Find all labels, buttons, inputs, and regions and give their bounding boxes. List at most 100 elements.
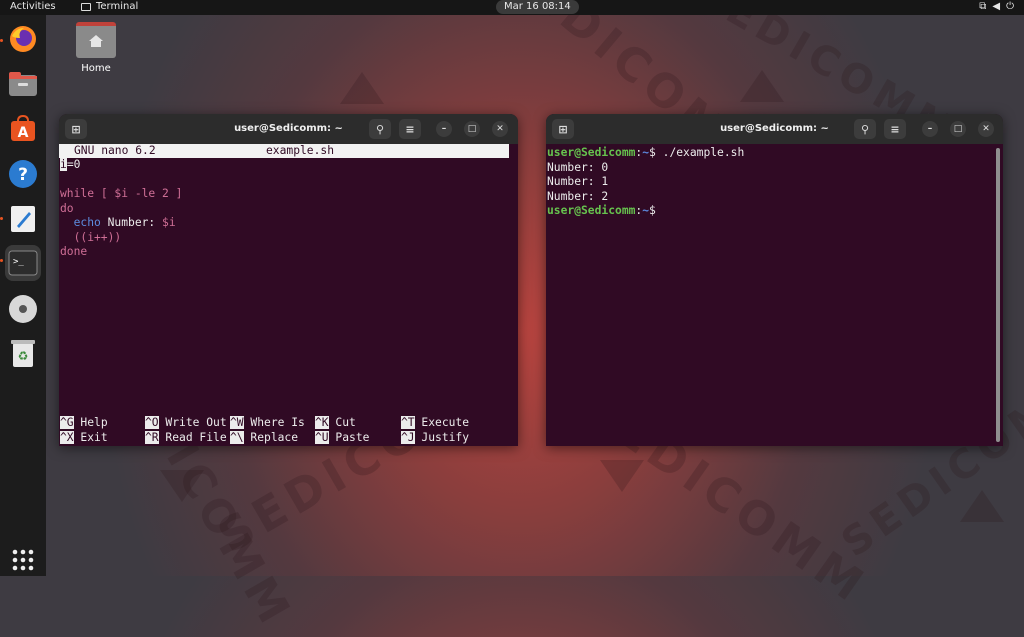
terminal-icon (81, 2, 91, 11)
help-icon: ? (9, 160, 37, 188)
svg-text:>_: >_ (13, 257, 24, 267)
search-button[interactable]: ⚲ (854, 119, 876, 139)
trash-icon: ♻ (11, 340, 35, 367)
nano-shortcut[interactable]: ^X Exit (60, 430, 108, 446)
nano-editor-content[interactable]: i=0 while [ $i -le 2 ] do echo Number: $i… (60, 158, 182, 260)
dock-item-disc[interactable] (5, 291, 41, 327)
search-icon: ⚲ (860, 122, 870, 136)
search-icon: ⚲ (375, 122, 385, 136)
nano-shortcut[interactable]: ^O Write Out (145, 416, 227, 431)
code-line: ((i++)) (60, 231, 182, 246)
dock-item-help[interactable]: ? (5, 156, 41, 192)
wallpaper-triangle (340, 72, 384, 104)
grid-icon (12, 549, 34, 571)
minimize-button[interactable]: – (922, 121, 938, 137)
running-indicator (0, 217, 3, 220)
shortcut-label: Cut (328, 416, 356, 429)
window-titlebar[interactable]: ⊞ user@Sedicomm: ~ ⚲ ≡ – □ ✕ (59, 114, 518, 144)
code-line: i=0 (60, 158, 182, 173)
shortcut-label: Where Is (243, 416, 305, 429)
dock-item-software[interactable]: A (5, 111, 41, 147)
keyword: while (60, 187, 95, 200)
shortcut-label: Paste (328, 430, 370, 444)
terminal-output[interactable]: user@Sedicomm:~$ ./example.sh Number: 0 Nu… (547, 146, 744, 219)
dock-item-files[interactable] (5, 66, 41, 102)
shortcut-label: Justify (414, 430, 470, 444)
output-line: Number: 1 (547, 175, 609, 188)
maximize-icon: □ (953, 124, 963, 134)
command-text: $ ./example.sh (649, 146, 745, 159)
menu-button[interactable]: ≡ (884, 119, 906, 139)
app-menu[interactable]: Terminal (81, 1, 138, 12)
text-editor-icon (11, 206, 35, 232)
shortcut-key: ^X (60, 430, 74, 444)
network-icon: ⧉ (979, 1, 987, 12)
close-button[interactable]: ✕ (492, 121, 508, 137)
close-icon: ✕ (496, 124, 504, 134)
maximize-icon: □ (467, 124, 477, 134)
shortcut-label: Exit (73, 430, 108, 444)
prompt-user: user@Sedicomm (547, 146, 636, 159)
terminal-window-shell: ⊞ user@Sedicomm: ~ ⚲ ≡ – □ ✕ user@Sedico… (546, 114, 1003, 446)
shortcut-label: Replace (243, 430, 299, 444)
close-icon: ✕ (982, 124, 990, 134)
close-button[interactable]: ✕ (978, 121, 994, 137)
disc-icon (9, 295, 37, 323)
nano-shortcut[interactable]: ^G Help (60, 416, 108, 431)
wallpaper-triangle (600, 460, 644, 492)
nano-shortcut[interactable]: ^U Paste (315, 430, 370, 446)
nano-shortcut[interactable]: ^R Read File (145, 430, 227, 446)
home-label: Home (81, 63, 111, 74)
nano-shortcut[interactable]: ^J Justify (401, 430, 470, 446)
shortcut-label: Read File (158, 430, 227, 444)
minimize-button[interactable]: – (436, 121, 452, 137)
code-text: -le 2 ] (128, 187, 183, 200)
running-indicator (0, 39, 3, 42)
shortcut-key: ^U (315, 430, 329, 444)
prompt-symbol: $ (649, 204, 656, 217)
dock-item-trash[interactable]: ♻ (5, 335, 41, 371)
volume-icon: ◀ (992, 1, 1001, 12)
nano-version: GNU nano 6.2 (74, 144, 156, 157)
code-text: [ (94, 187, 115, 200)
nano-shortcut[interactable]: ^W Where Is (230, 416, 305, 431)
maximize-button[interactable]: □ (950, 121, 966, 137)
window-titlebar[interactable]: ⊞ user@Sedicomm: ~ ⚲ ≡ – □ ✕ (546, 114, 1003, 144)
desktop-home-icon[interactable]: Home (74, 22, 118, 74)
keyword: do (60, 201, 74, 215)
prompt-user: user@Sedicomm (547, 204, 636, 217)
dock-item-terminal[interactable]: >_ (5, 245, 41, 281)
output-line: Number: 2 (547, 189, 609, 203)
show-apps-button[interactable] (5, 542, 41, 578)
home-folder-icon (76, 22, 116, 58)
nano-header: GNU nano 6.2 example.sh (59, 144, 509, 158)
wallpaper-triangle (160, 470, 204, 502)
nano-shortcut[interactable]: ^\ Replace (230, 430, 299, 446)
dock-item-text-editor[interactable] (5, 201, 41, 237)
prompt-line: user@Sedicomm:~$ ./example.sh (547, 146, 744, 161)
system-tray[interactable]: ⧉ ◀ ⏻ (979, 1, 1014, 12)
dock-item-firefox[interactable] (5, 21, 41, 57)
code-text: =0 (66, 158, 81, 171)
scrollbar[interactable] (996, 148, 1000, 442)
keyword: done (60, 245, 88, 258)
activities-button[interactable]: Activities (10, 1, 56, 12)
search-button[interactable]: ⚲ (369, 119, 391, 139)
menu-button[interactable]: ≡ (399, 119, 421, 139)
maximize-button[interactable]: □ (464, 121, 480, 137)
nano-shortcut[interactable]: ^T Execute (401, 416, 469, 431)
nano-shortcut[interactable]: ^K Cut (315, 416, 356, 431)
shortcut-label: Help (73, 416, 108, 429)
code-line: do (60, 202, 182, 217)
running-indicator (0, 259, 3, 262)
prompt-line: user@Sedicomm:~$ (547, 204, 744, 219)
power-icon: ⏻ (1006, 1, 1014, 12)
svg-text:A: A (18, 125, 29, 141)
shortcut-label: Execute (414, 416, 470, 429)
hamburger-icon: ≡ (890, 122, 900, 136)
output-line: Number: 0 (547, 160, 609, 174)
clock[interactable]: Mar 16 08:14 (496, 0, 579, 14)
shortcut-key: ^G (60, 416, 74, 429)
variable: $i (114, 187, 129, 200)
code-line: done (60, 245, 182, 260)
